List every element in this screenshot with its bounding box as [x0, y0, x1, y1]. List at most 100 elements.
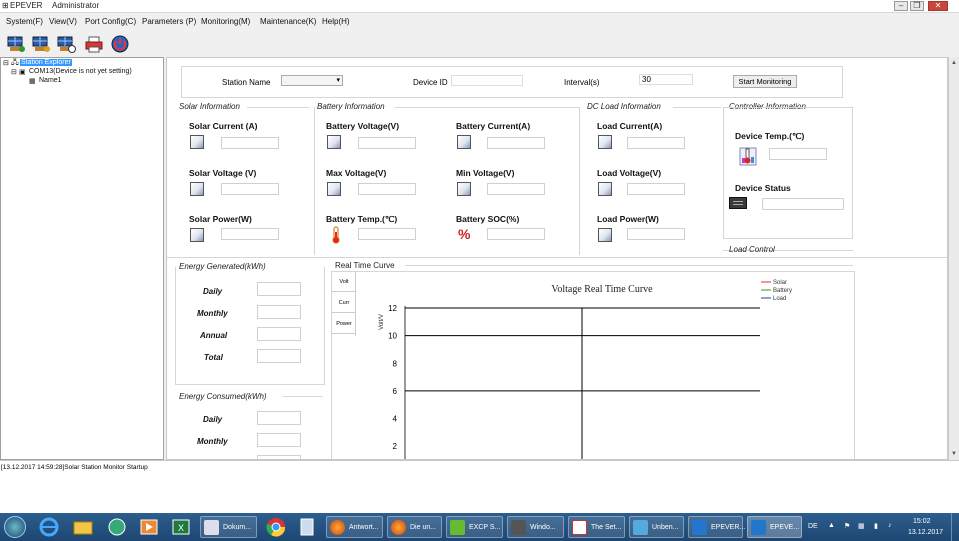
maximize-button[interactable]: ❐	[910, 1, 924, 11]
internet-explorer-icon[interactable]	[36, 516, 62, 538]
media-center-icon[interactable]	[104, 516, 130, 538]
scroll-down-icon[interactable]: ▼	[949, 449, 959, 459]
printer-icon[interactable]	[84, 34, 104, 54]
menu-parameters[interactable]: Parameters (P)	[142, 17, 196, 26]
energy-generated-frame-bottom	[175, 384, 325, 385]
chart-y-tick-label: 10	[388, 332, 397, 341]
taskbar-firefox-antwort[interactable]: Antwort...	[326, 516, 383, 538]
con-daily-value	[257, 411, 301, 425]
edit-station-icon[interactable]	[31, 34, 51, 54]
load-voltage-gauge-icon	[598, 182, 612, 196]
menu-bar: System(F) View(V) Port Config(C) Paramet…	[0, 13, 959, 31]
file-explorer-icon[interactable]	[70, 516, 96, 538]
tab-power[interactable]: Power	[332, 314, 356, 334]
battery-info-title: Battery Information	[317, 102, 385, 111]
station-explorer-tree: ⊟ 🖧 Station Explorer ⊟ ▣ COM13(Device is…	[0, 57, 164, 460]
gen-monthly-value	[257, 305, 301, 319]
window-app-icon	[511, 520, 526, 535]
power-icon[interactable]	[110, 34, 130, 54]
percent-icon: %	[458, 226, 471, 242]
taskbar-excp[interactable]: EXCP S...	[446, 516, 503, 538]
con-monthly-value	[257, 433, 301, 447]
calculator-icon[interactable]	[296, 516, 318, 538]
solar-voltage-gauge-icon	[190, 182, 204, 196]
paint-icon	[633, 520, 648, 535]
solar-frame-top	[247, 107, 309, 108]
chrome-icon[interactable]	[264, 516, 288, 538]
battery-temp-label: Battery Temp.(℃)	[326, 214, 398, 224]
max-voltage-label: Max Voltage(V)	[326, 168, 387, 178]
solar-current-value	[221, 137, 279, 149]
input-language[interactable]: DE	[808, 523, 818, 530]
excel-icon[interactable]: X	[168, 516, 194, 538]
chart-y-axis-label: Volt/V	[379, 314, 385, 330]
start-monitoring-button[interactable]: Start Monitoring	[733, 75, 797, 88]
tree-port-com13[interactable]: COM13(Device is not yet setting)	[29, 68, 132, 75]
menu-monitoring[interactable]: Monitoring(M)	[201, 17, 250, 26]
windows-taskbar: X Dokum... Antwort... Die un... EXCP S..…	[0, 513, 959, 541]
title-bar: ⊞ EPEVER Administrator – ❐ ✕	[0, 0, 959, 13]
gen-monthly-label: Monthly	[197, 309, 228, 318]
menu-help[interactable]: Help(H)	[322, 17, 350, 26]
show-hidden-icons-icon[interactable]: ▲	[828, 522, 835, 529]
battery-soc-label: Battery SOC(%)	[456, 214, 520, 224]
device-status-value	[762, 198, 844, 210]
epever-icon	[692, 520, 707, 535]
solar-info-title: Solar Information	[179, 102, 240, 111]
flag-icon[interactable]: ⚑	[844, 522, 850, 530]
gen-daily-label: Daily	[203, 287, 223, 296]
minimize-button[interactable]: –	[894, 1, 908, 11]
load-current-label: Load Current(A)	[597, 121, 663, 131]
dc-load-frame-top	[673, 107, 721, 108]
taskbar-epever-2[interactable]: EPEVE...	[747, 516, 802, 538]
scroll-up-icon[interactable]: ▲	[949, 58, 959, 68]
main-vertical-scrollbar[interactable]: ▲ ▼	[948, 57, 959, 460]
taskbar-epever-1[interactable]: EPEVER...	[688, 516, 745, 538]
tab-curr[interactable]: Curr	[332, 293, 356, 313]
min-voltage-value	[487, 183, 545, 195]
device-id-field[interactable]	[451, 75, 523, 86]
gen-daily-value	[257, 282, 301, 296]
log-panel: [13.12.2017 14:59:28]Solar Station Monit…	[0, 460, 959, 513]
load-voltage-label: Load Voltage(V)	[597, 168, 662, 178]
tree-port-toggle[interactable]: ⊟	[11, 68, 17, 76]
epever-icon	[751, 520, 766, 535]
svg-text:X: X	[178, 523, 184, 533]
tree-root-station-explorer[interactable]: Station Explorer	[20, 59, 72, 66]
station-name-select[interactable]: ▾	[281, 75, 343, 86]
tree-collapse-toggle[interactable]: ⊟	[3, 59, 9, 67]
monitoring-panel: Station Name ▾ Device ID Interval(s) 30 …	[166, 57, 948, 460]
interval-label: Interval(s)	[564, 78, 600, 87]
chart-grid	[404, 306, 760, 459]
menu-maintenance[interactable]: Maintenance(K)	[260, 17, 316, 26]
signal-icon[interactable]: ▮	[874, 522, 878, 530]
battery-current-value	[487, 137, 545, 149]
start-button-icon[interactable]	[4, 516, 26, 538]
firefox-icon	[391, 520, 406, 535]
clock-date[interactable]: 13.12.2017	[908, 529, 943, 536]
schedule-station-icon[interactable]	[56, 34, 76, 54]
close-button[interactable]: ✕	[928, 1, 948, 11]
taskbar-firefox-die[interactable]: Die un...	[387, 516, 442, 538]
media-player-icon[interactable]	[136, 516, 162, 538]
taskbar-windows[interactable]: Windo...	[507, 516, 564, 538]
load-current-gauge-icon	[598, 135, 612, 149]
volume-icon[interactable]: ♪	[888, 522, 892, 529]
clock-time[interactable]: 15:02	[913, 518, 931, 525]
chart-y-tick-label: 8	[393, 359, 398, 368]
show-desktop-button[interactable]	[951, 513, 959, 541]
load-control-title: Load Control	[729, 245, 775, 254]
tree-device-name1[interactable]: Name1	[39, 77, 62, 84]
menu-view[interactable]: View(V)	[49, 17, 77, 26]
network-icon[interactable]: ▦	[858, 522, 865, 530]
tab-volt[interactable]: Volt	[332, 272, 356, 292]
chart-y-ticks: 2 4 6 8 10 12	[388, 304, 397, 451]
taskbar-document[interactable]: Dokum...	[200, 516, 257, 538]
menu-port-config[interactable]: Port Config(C)	[85, 17, 136, 26]
taskbar-unbenannt[interactable]: Unben...	[629, 516, 684, 538]
taskbar-the-set[interactable]: The Set...	[568, 516, 625, 538]
menu-system[interactable]: System(F)	[6, 17, 43, 26]
chart-y-tick-label: 2	[393, 442, 398, 451]
gen-total-value	[257, 349, 301, 363]
add-station-icon[interactable]	[6, 34, 26, 54]
